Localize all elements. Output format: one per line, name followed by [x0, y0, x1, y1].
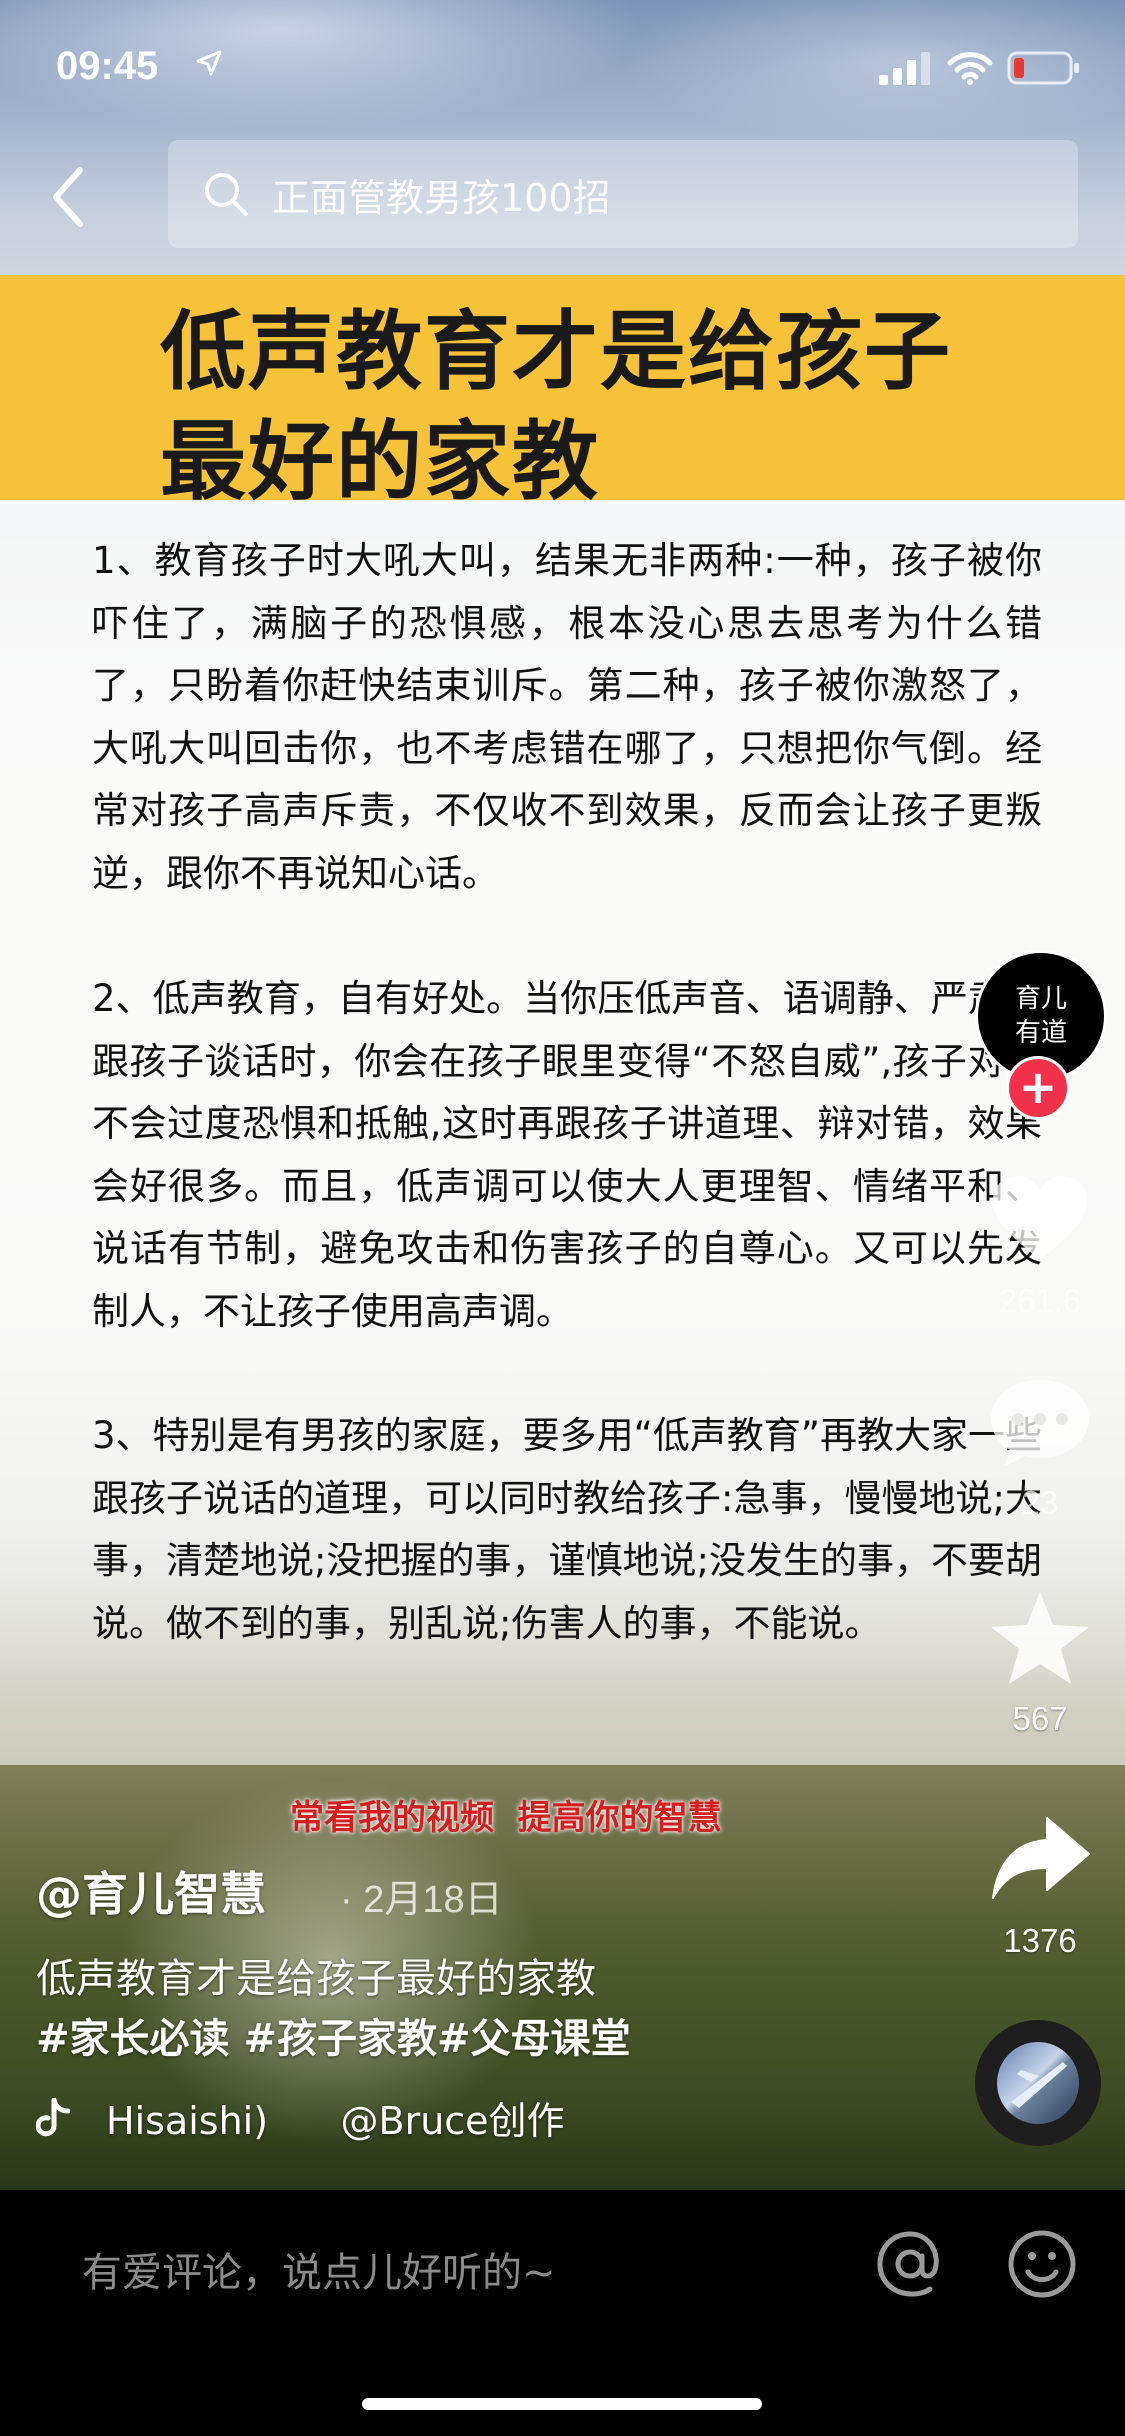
signal-icon [879, 52, 930, 85]
search-bar[interactable]: 正面管教男孩100招 [168, 140, 1078, 248]
favorite-button[interactable] [985, 1588, 1095, 1688]
status-icons [879, 50, 1081, 86]
paragraph-1: 1、教育孩子时大吼大叫，结果无非两种:一种，孩子被你吓住了，满脑子的恐惧感，根本… [92, 539, 1042, 895]
paragraph-2: 2、低声教育，自有好处。当你压低声音、语调静、严肃地跟孩子谈话时，你会在孩子眼里… [92, 977, 1042, 1333]
post-title-line1: 低声教育才是给孩子 [160, 302, 952, 402]
airplane-icon [1011, 2062, 1067, 2108]
share-arrow-icon [992, 1817, 1090, 1899]
comment-button[interactable] [985, 1372, 1095, 1472]
tiktok-note-icon [36, 2097, 70, 2136]
video-slogan: 常看我的视频 提高你的智慧 [290, 1798, 722, 1838]
post-hashtags[interactable]: #家长必读 #孩子家教#父母课堂 [36, 2006, 630, 2064]
at-icon[interactable] [872, 2226, 948, 2302]
paragraph-3: 3、特别是有男孩的家庭，要多用“低声教育”再教大家一些跟孩子说话的道理，可以同时… [92, 1414, 1042, 1645]
comment-input[interactable]: 有爱评论，说点儿好听的~ [82, 2240, 556, 2298]
home-indicator[interactable] [362, 2398, 762, 2410]
comment-count: 23 [1021, 1484, 1059, 1521]
like-button[interactable] [985, 1170, 1095, 1270]
back-button[interactable] [44, 162, 94, 232]
post-date: · 2月18日 [340, 1879, 503, 1921]
emoji-icon[interactable] [1004, 2226, 1080, 2302]
post-title: 低声教育才是给孩子 最好的家教 [160, 297, 1060, 517]
author-name[interactable]: @育儿智慧 [36, 1858, 266, 1924]
location-arrow-icon [196, 50, 222, 76]
post-caption: 低声教育才是给孩子最好的家教 [36, 1956, 596, 2002]
search-icon [205, 173, 248, 216]
avatar-text-line2: 有道 [1014, 1018, 1067, 1048]
status-time: 09:45 [56, 44, 159, 88]
follow-button[interactable]: + [1006, 1056, 1070, 1120]
share-count: 1376 [1003, 1922, 1077, 1959]
music-disc[interactable] [975, 2020, 1101, 2146]
chevron-left-icon [53, 167, 83, 227]
share-button[interactable] [985, 1810, 1095, 1910]
star-icon [991, 1592, 1089, 1684]
post-title-banner: 低声教育才是给孩子 最好的家教 [0, 275, 1125, 512]
music-title: Hisaishi) @Bruce创作 [106, 2099, 565, 2143]
search-input[interactable]: 正面管教男孩100招 [272, 167, 611, 222]
favorite-count: 567 [1012, 1700, 1068, 1737]
like-count: 261.6 [998, 1282, 1082, 1319]
avatar-text-line1: 育儿 [1014, 984, 1067, 1014]
music-cover-image [997, 2042, 1079, 2124]
battery-low-icon [1007, 51, 1079, 85]
music-row[interactable]: Hisaishi) @Bruce创作 [36, 2090, 565, 2145]
heart-icon [993, 1176, 1087, 1260]
wifi-icon [947, 52, 993, 85]
